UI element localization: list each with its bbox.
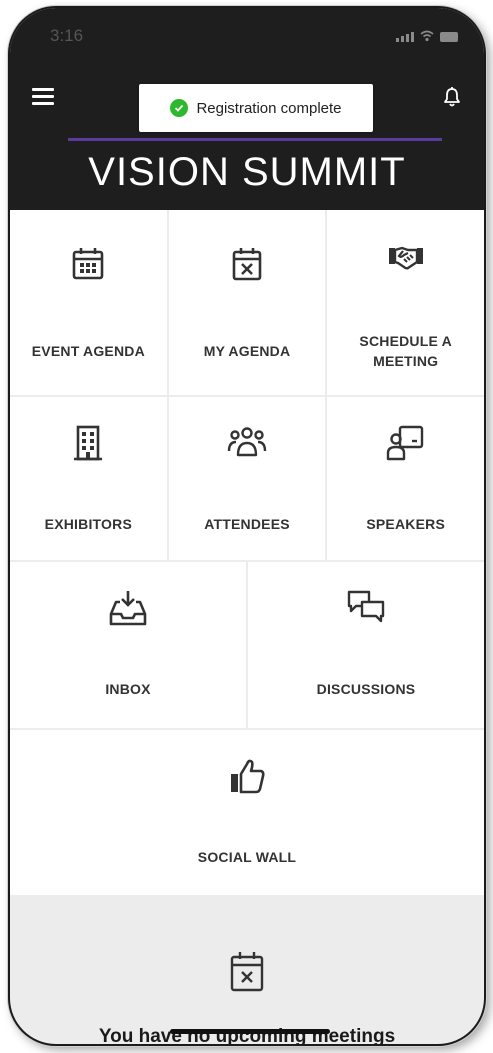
tile-speakers[interactable]: SPEAKERS bbox=[327, 397, 484, 560]
tile-schedule-meeting[interactable]: SCHEDULE A MEETING bbox=[327, 210, 484, 395]
registration-toast: Registration complete bbox=[139, 84, 373, 132]
tile-inbox[interactable]: INBOX bbox=[10, 562, 246, 728]
app-header: 3:16 Registration complete VISION SUMMIT bbox=[10, 8, 484, 210]
status-time: 3:16 bbox=[50, 26, 84, 45]
app-screen: 3:16 Registration complete VISION SUMMIT… bbox=[10, 8, 484, 1044]
building-icon bbox=[74, 425, 103, 461]
feature-grid: EVENT AGENDA MY AGENDA SCHEDULE A MEETIN… bbox=[10, 210, 484, 897]
brand-title: VISION SUMMIT bbox=[88, 150, 406, 194]
toast-message: Registration complete bbox=[196, 99, 342, 117]
calendar-x-icon bbox=[232, 248, 262, 281]
tile-discussions[interactable]: DISCUSSIONS bbox=[248, 562, 484, 728]
calendar-icon bbox=[73, 248, 104, 280]
tile-label: SPEAKERS bbox=[366, 516, 445, 532]
tile-my-agenda[interactable]: MY AGENDA bbox=[168, 210, 326, 395]
presenter-icon bbox=[386, 425, 423, 461]
tile-event-agenda[interactable]: EVENT AGENDA bbox=[10, 210, 167, 395]
tile-label: MY AGENDA bbox=[203, 343, 291, 359]
tile-label: EVENT AGENDA bbox=[31, 343, 145, 359]
check-circle-icon bbox=[170, 99, 189, 117]
bell-icon[interactable] bbox=[442, 86, 462, 108]
status-bar: 3:16 bbox=[50, 24, 458, 52]
people-icon bbox=[227, 427, 267, 457]
thumbs-up-icon bbox=[231, 759, 265, 794]
accent-divider bbox=[68, 138, 442, 141]
handshake-icon bbox=[388, 246, 423, 270]
signal-icon bbox=[396, 32, 414, 42]
tile-exhibitors[interactable]: EXHIBITORS bbox=[10, 397, 167, 560]
status-icons bbox=[396, 30, 458, 42]
tile-attendees[interactable]: ATTENDEES bbox=[168, 397, 326, 560]
calendar-x-icon bbox=[230, 952, 264, 992]
tile-label: ATTENDEES bbox=[204, 516, 290, 532]
chat-bubbles-icon bbox=[347, 590, 385, 623]
hamburger-menu-icon[interactable] bbox=[32, 88, 54, 106]
tile-label: DISCUSSIONS bbox=[316, 681, 416, 697]
inbox-download-icon bbox=[109, 591, 147, 626]
home-indicator[interactable] bbox=[170, 1029, 330, 1034]
tile-label: INBOX bbox=[105, 681, 151, 697]
battery-icon bbox=[440, 32, 458, 42]
tile-label: SOCIAL WALL bbox=[197, 849, 297, 865]
wifi-icon bbox=[420, 30, 434, 42]
tile-label: EXHIBITORS bbox=[44, 516, 132, 532]
phone-frame: 3:16 Registration complete VISION SUMMIT… bbox=[8, 6, 486, 1046]
tile-social-wall[interactable]: SOCIAL WALL bbox=[10, 730, 484, 895]
tile-label: SCHEDULE A MEETING bbox=[359, 333, 452, 369]
